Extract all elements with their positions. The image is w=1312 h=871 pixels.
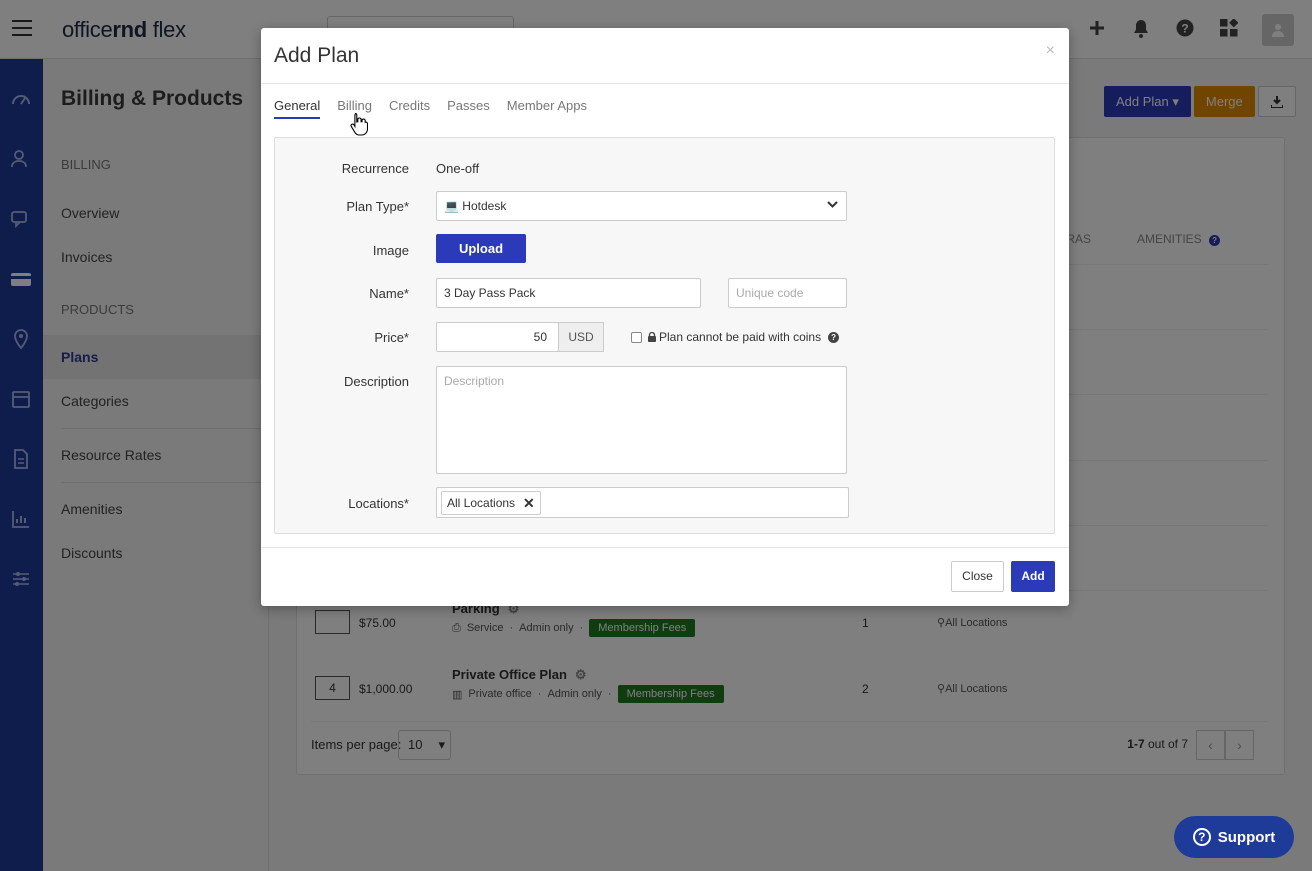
modal-tabs: General Billing Credits Passes Member Ap… bbox=[274, 98, 587, 119]
description-label: Description bbox=[343, 374, 409, 389]
chevron-down-icon bbox=[827, 201, 838, 208]
price-input[interactable]: 50 bbox=[436, 322, 559, 352]
description-textarea[interactable]: Description bbox=[436, 366, 847, 474]
tab-credits[interactable]: Credits bbox=[389, 98, 430, 119]
recurrence-label: Recurrence bbox=[341, 161, 409, 176]
unique-code-input[interactable]: Unique code bbox=[728, 278, 847, 308]
plan-type-label: Plan Type* bbox=[346, 199, 409, 214]
general-form: Recurrence One-off Plan Type* 💻 Hotdesk … bbox=[274, 137, 1055, 534]
plan-type-value: Hotdesk bbox=[462, 199, 507, 213]
tab-member-apps[interactable]: Member Apps bbox=[507, 98, 587, 119]
help-circle-icon: ? bbox=[1192, 828, 1211, 846]
locations-multiselect[interactable]: All Locations ✕ bbox=[436, 487, 849, 518]
modal-divider bbox=[261, 547, 1069, 548]
modal-divider bbox=[261, 83, 1069, 84]
support-button[interactable]: ? Support bbox=[1174, 816, 1294, 858]
laptop-icon: 💻 bbox=[444, 199, 459, 213]
image-label: Image bbox=[372, 243, 409, 258]
close-button[interactable]: Close bbox=[951, 561, 1004, 592]
location-tag-label: All Locations bbox=[447, 496, 516, 510]
remove-tag-icon[interactable]: ✕ bbox=[523, 492, 535, 514]
currency-addon: USD bbox=[558, 322, 604, 352]
lock-icon bbox=[648, 332, 656, 342]
plan-type-select[interactable]: 💻 Hotdesk bbox=[436, 191, 847, 221]
recurrence-value: One-off bbox=[436, 161, 480, 176]
locations-label: Locations* bbox=[348, 496, 409, 511]
help-icon[interactable]: ? bbox=[828, 331, 840, 343]
coins-checkbox[interactable] bbox=[631, 332, 642, 343]
tab-general[interactable]: General bbox=[274, 98, 321, 119]
tab-passes[interactable]: Passes bbox=[447, 98, 490, 119]
price-label: Price* bbox=[374, 330, 409, 345]
upload-button[interactable]: Upload bbox=[436, 234, 526, 263]
add-plan-modal: Add Plan × General Billing Credits Passe… bbox=[261, 28, 1069, 606]
close-icon[interactable]: × bbox=[1046, 42, 1055, 60]
support-label: Support bbox=[1217, 828, 1276, 846]
name-label: Name* bbox=[369, 286, 409, 301]
coins-label[interactable]: Plan cannot be paid with coins ? bbox=[648, 330, 840, 344]
add-button[interactable]: Add bbox=[1011, 561, 1055, 592]
modal-title: Add Plan bbox=[274, 44, 360, 67]
location-tag: All Locations ✕ bbox=[441, 491, 541, 515]
hand-cursor-icon bbox=[350, 112, 368, 136]
name-input[interactable]: 3 Day Pass Pack bbox=[436, 278, 701, 308]
coins-label-text: Plan cannot be paid with coins bbox=[659, 330, 822, 344]
